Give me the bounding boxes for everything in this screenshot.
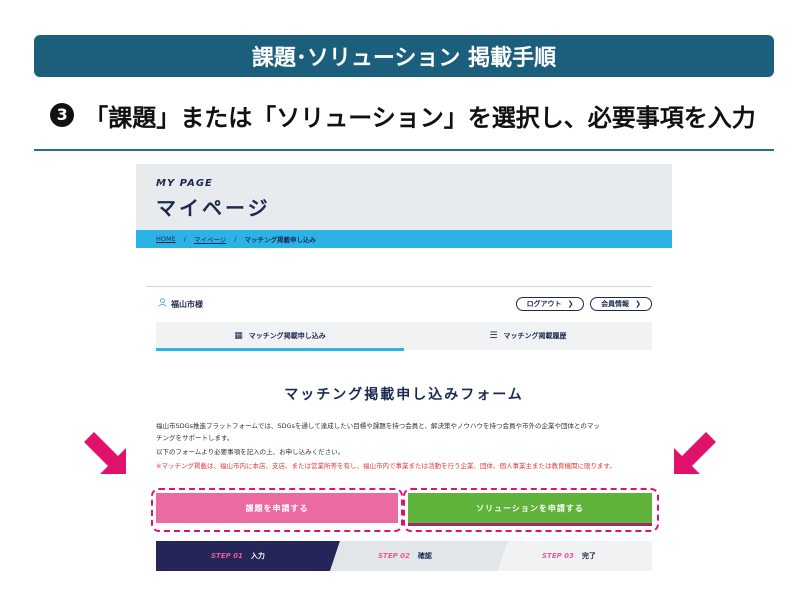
form-title: マッチング掲載申し込みフォーム <box>284 387 524 403</box>
section-divider <box>146 286 652 287</box>
chevron-right-icon: ❯ <box>567 300 574 308</box>
arrow-down-right-icon <box>84 432 126 474</box>
tab-matching-application[interactable]: ▦ マッチング掲載申し込み <box>156 322 404 350</box>
step-1-label: 入力 <box>250 552 265 560</box>
step-2-label: 確認 <box>417 552 432 560</box>
breadcrumb: HOME / マイページ / マッチング掲載申し込み <box>136 230 672 248</box>
step-indicator: STEP 01 入力 STEP 02 確認 STEP 03 完了 <box>156 541 652 571</box>
tab-label: マッチング掲載申し込み <box>248 332 326 340</box>
list-icon: ☰ <box>489 331 498 341</box>
step-heading-text: 「課題」または「ソリューション」を選択し、必要事項を入力 <box>84 103 756 132</box>
breadcrumb-mypage[interactable]: マイページ <box>194 234 226 244</box>
user-label: 福山市様 <box>158 298 203 310</box>
breadcrumb-current: マッチング掲載申し込み <box>244 236 317 244</box>
logout-button[interactable]: ログアウト ❯ <box>516 297 584 311</box>
mypage-title-ja: マイページ <box>156 196 271 220</box>
eligibility-note: ※マッチング掲載は、福山市内に本店、支店、または営業所等を有し、福山市内で事業ま… <box>156 462 616 470</box>
step-3-number: STEP 03 <box>542 552 574 560</box>
slide-banner: 課題･ソリューション 掲載手順 <box>34 35 774 77</box>
active-tab-indicator <box>156 348 404 351</box>
mypage-title-en: MY PAGE <box>156 178 213 189</box>
breadcrumb-separator: / <box>183 235 186 243</box>
divider <box>34 149 774 151</box>
step-2-number: STEP 02 <box>378 552 410 560</box>
banner-title: 課題･ソリューション 掲載手順 <box>251 46 557 71</box>
step-1: STEP 01 入力 <box>211 541 265 571</box>
description-line: 以下のフォームより必要事項を記入の上、お申し込みください。 <box>156 448 345 456</box>
chevron-right-icon: ❯ <box>635 300 641 308</box>
user-icon <box>158 298 167 310</box>
tab-matching-history[interactable]: ☰ マッチング掲載履歴 <box>404 322 652 350</box>
step-3: STEP 03 完了 <box>542 541 596 571</box>
step-number-badge: 3 <box>50 103 75 127</box>
description-line: 福山市SDGs推進プラットフォームでは、SDGsを通して達成したい目標や課題を持… <box>156 422 600 430</box>
member-info-button[interactable]: 会員情報 ❯ <box>590 297 652 311</box>
description-line: チングをサポートします。 <box>156 434 234 442</box>
solution-button-highlight <box>403 488 659 532</box>
step-heading: 3 「課題」または「ソリューション」を選択し、必要事項を入力 <box>0 95 806 135</box>
user-name: 福山市様 <box>171 299 203 309</box>
grid-icon: ▦ <box>234 331 243 341</box>
step-2: STEP 02 確認 <box>378 541 432 571</box>
step-1-number: STEP 01 <box>211 552 243 560</box>
breadcrumb-home[interactable]: HOME <box>156 235 176 243</box>
tab-bar: ▦ マッチング掲載申し込み ☰ マッチング掲載履歴 <box>156 322 652 350</box>
step-3-label: 完了 <box>581 552 596 560</box>
tab-label: マッチング掲載履歴 <box>503 332 567 340</box>
arrow-down-left-icon <box>674 432 716 474</box>
issue-button-highlight <box>151 488 403 532</box>
logout-label: ログアウト <box>526 300 562 308</box>
member-info-label: 会員情報 <box>601 300 630 308</box>
breadcrumb-separator: / <box>234 235 237 243</box>
mypage-header: MY PAGE マイページ <box>136 164 672 230</box>
